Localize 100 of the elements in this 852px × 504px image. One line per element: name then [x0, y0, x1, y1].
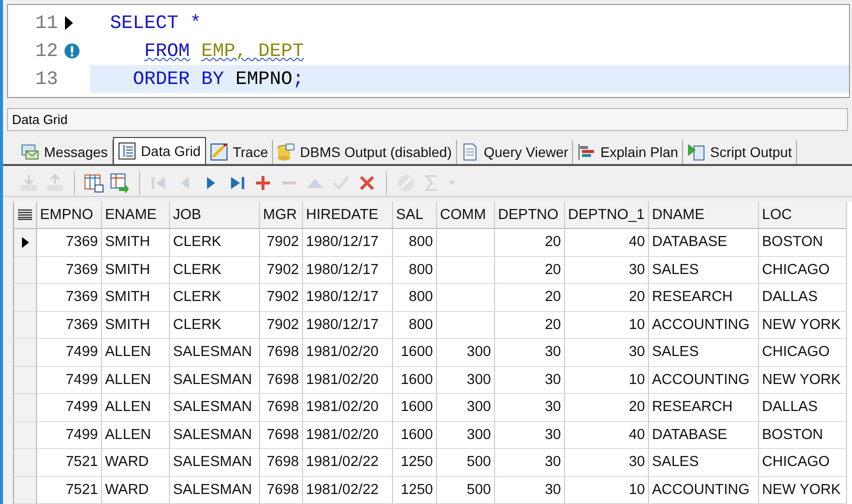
- table-cell: 1981/02/22: [303, 449, 393, 476]
- database-bubble-icon: [277, 143, 296, 161]
- column-header[interactable]: DNAME: [649, 202, 759, 229]
- column-header[interactable]: COMM: [437, 202, 495, 229]
- table-cell: 20: [495, 312, 565, 339]
- list-icon: [18, 209, 32, 220]
- empty-cell: [437, 256, 495, 284]
- column-header[interactable]: SAL: [393, 202, 437, 229]
- table-cell: SALESMAN: [170, 339, 260, 366]
- pencil-chart-icon: [210, 143, 228, 161]
- table-cell: 20: [495, 256, 565, 284]
- table-cell: ALLEN: [102, 366, 170, 394]
- column-header[interactable]: HIREDATE: [303, 202, 393, 229]
- code-editor[interactable]: 11 SELECT * 12 FROM EMP, DEPT 13 ORDER BY EMPNO;: [7, 4, 850, 98]
- table-cell: 7902: [260, 229, 303, 256]
- tab[interactable]: Data Grid: [112, 137, 206, 164]
- table-cell: 1980/12/17: [303, 229, 393, 256]
- table-cell: CHICAGO: [759, 256, 847, 284]
- table-cell: DALLAS: [759, 394, 847, 422]
- empty-cell: [437, 229, 495, 256]
- table-cell: 30: [495, 476, 565, 504]
- column-header[interactable]: MGR: [260, 202, 303, 229]
- code-line: SELECT *: [109, 11, 202, 36]
- table-cell: 1600: [393, 422, 437, 449]
- table-cell: WARD: [102, 476, 170, 504]
- table-cell: 7369: [37, 312, 102, 339]
- table-cell: 20: [565, 394, 649, 422]
- table-cell: 10: [565, 366, 649, 394]
- table-cell: 7369: [37, 229, 102, 256]
- table-cell: 30: [495, 366, 565, 394]
- panel-title: Data Grid: [7, 108, 848, 131]
- table-cell: 7698: [260, 476, 303, 504]
- table-cell: ACCOUNTING: [649, 476, 759, 504]
- table-cell: SALES: [649, 256, 759, 284]
- tab[interactable]: Query Viewer: [456, 140, 574, 164]
- table-cell: 7902: [260, 312, 303, 339]
- table-cell: 10: [565, 312, 649, 339]
- table-cell: 1980/12/17: [303, 256, 393, 284]
- table-cell: 40: [565, 229, 649, 256]
- table-cell: 800: [393, 284, 437, 312]
- column-header[interactable]: ENAME: [102, 202, 170, 229]
- table-cell: SALESMAN: [170, 422, 260, 449]
- table-cell: 20: [495, 284, 565, 312]
- table-cell: 7698: [260, 449, 303, 476]
- table-cell: 30: [495, 394, 565, 422]
- current-row-icon: [22, 236, 28, 248]
- table-cell: DATABASE: [649, 229, 759, 256]
- tab[interactable]: Messages: [17, 140, 113, 164]
- table-cell: 800: [393, 312, 437, 339]
- table-cell: 300: [437, 394, 495, 422]
- table-cell: SALESMAN: [170, 366, 260, 394]
- tab[interactable]: Script Output: [683, 140, 797, 164]
- play-document-icon: [687, 143, 706, 161]
- table-cell: 800: [393, 229, 437, 256]
- table-cell: 7698: [260, 422, 303, 449]
- table-cell: 1981/02/20: [303, 422, 393, 449]
- column-header[interactable]: DEPTNO_1: [565, 202, 649, 229]
- table-cell: SALESMAN: [170, 394, 260, 422]
- table-cell: NEW YORK: [759, 312, 847, 339]
- table-arrow-icon[interactable]: [108, 170, 132, 195]
- line-number: 12: [34, 40, 58, 62]
- table-cell: BOSTON: [759, 229, 847, 256]
- table-cell: ALLEN: [102, 394, 170, 422]
- table-cell: 800: [393, 256, 437, 284]
- table-cell: 20: [495, 229, 565, 256]
- tab[interactable]: Explain Plan: [573, 140, 684, 164]
- table-cell: RESEARCH: [649, 394, 759, 422]
- table-cell: SMITH: [102, 229, 170, 256]
- tab[interactable]: Trace: [206, 140, 274, 164]
- table-cell: 7698: [260, 339, 303, 366]
- table-cell: ACCOUNTING: [649, 312, 759, 339]
- envelope-icon: [21, 143, 39, 161]
- table-cell: CLERK: [170, 256, 260, 284]
- table-cell: 1981/02/22: [303, 476, 393, 504]
- table-cell: RESEARCH: [649, 284, 759, 312]
- table-cell: BOSTON: [759, 422, 847, 449]
- table-icon: [118, 142, 136, 160]
- table-cell: 1981/02/20: [303, 339, 393, 366]
- table-cell: ALLEN: [102, 422, 170, 449]
- table-cell: 1981/02/20: [303, 394, 393, 422]
- table-cell: DATABASE: [649, 422, 759, 449]
- table-cell: 40: [565, 422, 649, 449]
- bar-list-icon: [577, 143, 596, 161]
- column-header[interactable]: EMPNO: [37, 202, 102, 229]
- column-header[interactable]: LOC: [759, 202, 847, 229]
- column-header[interactable]: JOB: [170, 202, 260, 229]
- table-cell: 500: [437, 476, 495, 504]
- table-cell: CLERK: [170, 284, 260, 312]
- table-cell: SALES: [649, 449, 759, 476]
- empty-cell: [437, 284, 495, 312]
- table-cell: SALES: [649, 339, 759, 366]
- row-indicator[interactable]: [14, 229, 37, 256]
- table-cell: 30: [495, 449, 565, 476]
- document-icon: [460, 143, 479, 161]
- table-cell: 7698: [260, 366, 303, 394]
- table-cell: SMITH: [102, 256, 170, 284]
- tab[interactable]: DBMS Output (disabled): [273, 140, 457, 164]
- column-header[interactable]: DEPTNO: [495, 202, 565, 229]
- table-cell: 1981/02/20: [303, 366, 393, 394]
- table-cell: 500: [437, 449, 495, 476]
